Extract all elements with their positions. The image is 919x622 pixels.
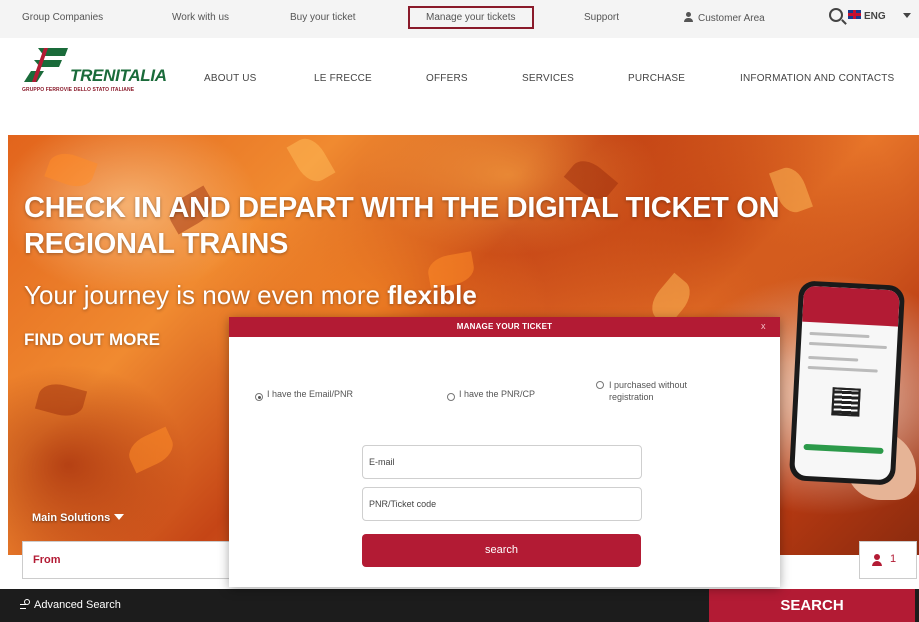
email-field[interactable]: E-mail: [362, 445, 642, 479]
radio-no-registration-label[interactable]: I purchased without registration: [609, 379, 719, 403]
hero-subtitle-emphasis: flexible: [387, 280, 477, 310]
modal-title: MANAGE YOUR TICKET: [456, 322, 553, 331]
chevron-down-icon[interactable]: [903, 13, 911, 18]
phone-illustration: [788, 280, 906, 486]
phone-screen: [794, 285, 900, 481]
link-group-companies[interactable]: Group Companies: [22, 12, 103, 23]
leaf-decoration: [123, 426, 179, 474]
hero-subtitle: Your journey is now even more flexible: [24, 280, 477, 311]
advanced-search-icon[interactable]: [20, 599, 32, 611]
hero-subtitle-text: Your journey is now even more: [24, 280, 388, 310]
email-placeholder: E-mail: [369, 457, 395, 467]
trenitalia-logo-icon[interactable]: [24, 46, 70, 84]
main-solutions-label: Main Solutions: [32, 512, 111, 524]
link-buy-your-ticket[interactable]: Buy your ticket: [290, 12, 356, 23]
user-icon: [684, 12, 693, 22]
qr-code-icon: [831, 387, 861, 417]
brand-tagline: GRUPPO FERROVIE DELLO STATO ITALIANE: [22, 87, 135, 93]
passenger-count: 1: [890, 553, 897, 565]
passengers-selector[interactable]: 1: [859, 541, 917, 579]
find-out-more-link[interactable]: FIND OUT MORE: [24, 330, 160, 350]
phone-text-line: [807, 365, 878, 373]
radio-no-registration[interactable]: [596, 381, 604, 389]
phone-text-line: [808, 355, 859, 362]
from-station-input[interactable]: From: [22, 541, 232, 579]
search-icon[interactable]: [829, 8, 843, 22]
top-utility-bar: Group Companies Work with us Buy your ti…: [0, 0, 919, 38]
radio-pnr-cp-label[interactable]: I have the PNR/CP: [459, 388, 535, 400]
magnifier-shape: [24, 599, 30, 605]
phone-header: [802, 285, 900, 327]
nav-services[interactable]: SERVICES: [522, 73, 574, 84]
close-icon[interactable]: x: [761, 321, 766, 331]
search-button[interactable]: SEARCH: [709, 589, 915, 622]
radio-email-pnr-label[interactable]: I have the Email/PNR: [267, 388, 353, 400]
radio-pnr-cp[interactable]: [447, 393, 455, 401]
link-work-with-us[interactable]: Work with us: [172, 12, 229, 23]
uk-flag-icon: [848, 10, 861, 19]
phone-text-line: [809, 331, 870, 339]
radio-email-pnr[interactable]: [255, 393, 263, 401]
phone-button: [803, 443, 884, 454]
from-label: From: [33, 554, 61, 566]
modal-search-button[interactable]: search: [362, 534, 641, 567]
nav-offers[interactable]: OFFERS: [426, 73, 468, 84]
link-support[interactable]: Support: [584, 12, 619, 23]
link-customer-area[interactable]: Customer Area: [684, 12, 765, 24]
passenger-icon: [872, 554, 882, 566]
leaf-decoration: [286, 135, 336, 188]
nav-information-and-contacts[interactable]: INFORMATION AND CONTACTS: [740, 73, 894, 84]
pnr-placeholder: PNR/Ticket code: [369, 499, 437, 509]
brand-name[interactable]: TRENITALIA: [70, 66, 167, 86]
leaf-decoration: [34, 379, 88, 421]
manage-ticket-modal: MANAGE YOUR TICKET x I have the Email/PN…: [229, 317, 780, 587]
hero-title: CHECK IN AND DEPART WITH THE DIGITAL TIC…: [24, 192, 780, 260]
leaf-decoration: [44, 148, 98, 192]
filter-line: [20, 608, 26, 609]
phone-text-line: [808, 341, 887, 350]
chevron-down-icon: [114, 514, 125, 520]
nav-about-us[interactable]: ABOUT US: [204, 73, 257, 84]
nav-purchase[interactable]: PURCHASE: [628, 73, 685, 84]
pnr-ticket-code-field[interactable]: PNR/Ticket code: [362, 487, 642, 521]
customer-area-label: Customer Area: [698, 13, 765, 24]
language-selector[interactable]: ENG: [864, 11, 886, 22]
advanced-search-link[interactable]: Advanced Search: [34, 599, 121, 611]
nav-le-frecce[interactable]: LE FRECCE: [314, 73, 372, 84]
main-solutions-toggle[interactable]: Main Solutions: [32, 512, 125, 524]
link-manage-your-tickets[interactable]: Manage your tickets: [408, 6, 534, 29]
